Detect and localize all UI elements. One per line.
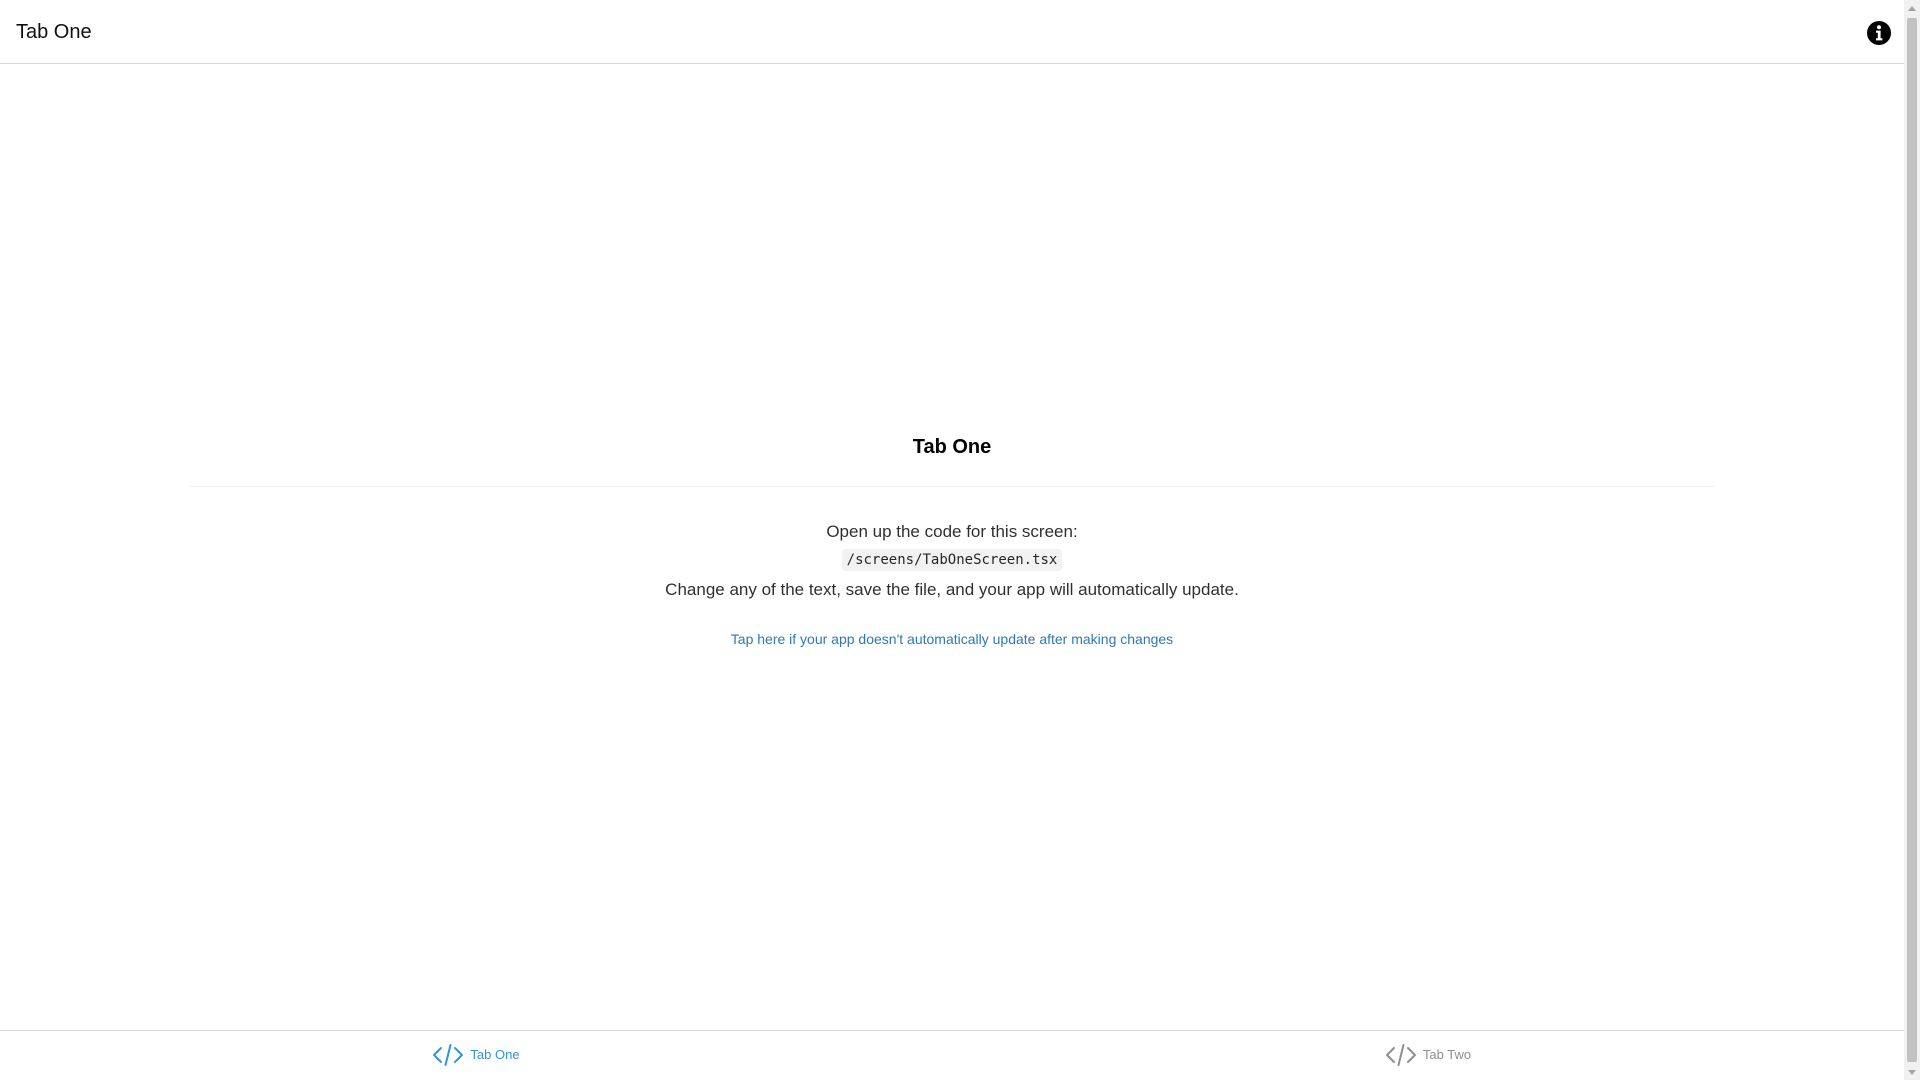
scroll-up-arrow-icon[interactable] xyxy=(1904,0,1920,16)
code-icon xyxy=(432,1042,464,1068)
separator xyxy=(190,486,1714,487)
tab-one-label: Tab One xyxy=(470,1047,520,1062)
vertical-scrollbar[interactable] xyxy=(1904,0,1920,1080)
help-link[interactable]: Tap here if your app doesn't automatical… xyxy=(0,630,1904,648)
header: Tab One xyxy=(0,0,1904,64)
tab-bar: Tab One Tab Two xyxy=(0,1030,1904,1081)
tab-one[interactable]: Tab One xyxy=(0,1031,952,1081)
intro-text: Open up the code for this screen: xyxy=(826,522,1078,541)
code-icon xyxy=(1385,1042,1417,1068)
code-path-container: /screens/TabOneScreen.tsx xyxy=(0,549,1904,571)
info-circle-icon[interactable] xyxy=(1866,20,1892,46)
header-title: Tab One xyxy=(16,21,92,43)
scrollbar-thumb[interactable] xyxy=(1907,18,1917,1062)
change-text: Change any of the text, save the file, a… xyxy=(665,580,1239,599)
main-content: Tab One Open up the code for this screen… xyxy=(0,64,1904,1030)
tab-two[interactable]: Tab Two xyxy=(952,1031,1904,1081)
tab-two-label: Tab Two xyxy=(1422,1047,1472,1062)
app-window: Tab One Tab One Open up the code for thi… xyxy=(0,0,1904,1081)
code-path: /screens/TabOneScreen.tsx xyxy=(841,549,1063,571)
scroll-down-arrow-icon[interactable] xyxy=(1904,1064,1920,1080)
page-title: Tab One xyxy=(912,436,992,458)
